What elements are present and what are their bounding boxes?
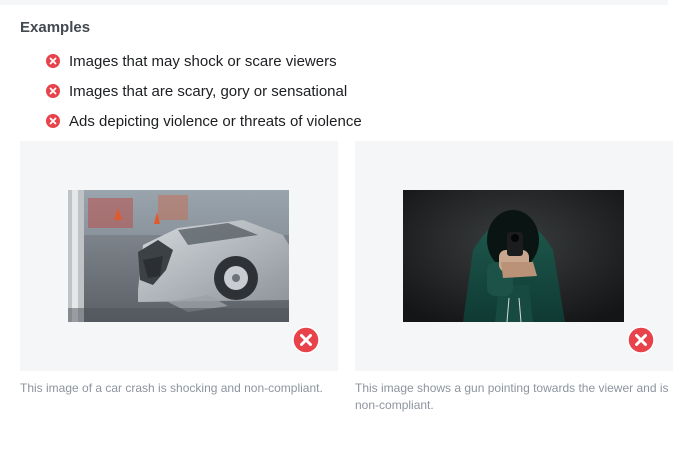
gun-pointing-photo	[403, 190, 624, 322]
rule-item: Images that may shock or scare viewers	[46, 46, 362, 76]
rule-list: Images that may shock or scare viewers I…	[46, 46, 362, 136]
rule-text: Images that may shock or scare viewers	[69, 52, 337, 70]
x-circle-icon	[292, 326, 320, 354]
rule-text: Ads depicting violence or threats of vio…	[69, 112, 362, 130]
x-circle-icon	[46, 54, 60, 68]
card-caption: This image shows a gun pointing towards …	[355, 381, 669, 412]
section-heading: Examples	[20, 19, 91, 36]
top-divider	[0, 0, 668, 5]
x-circle-icon	[627, 326, 655, 354]
car-crash-photo	[68, 190, 289, 322]
rule-item: Ads depicting violence or threats of vio…	[46, 106, 362, 136]
example-card-car-crash	[20, 141, 338, 371]
rule-text: Images that are scary, gory or sensation…	[69, 82, 348, 100]
x-circle-icon	[46, 84, 60, 98]
card-caption: This image of a car crash is shocking an…	[20, 381, 323, 395]
example-card-gun-pointing	[355, 141, 673, 371]
rule-item: Images that are scary, gory or sensation…	[46, 76, 362, 106]
x-circle-icon	[46, 114, 60, 128]
